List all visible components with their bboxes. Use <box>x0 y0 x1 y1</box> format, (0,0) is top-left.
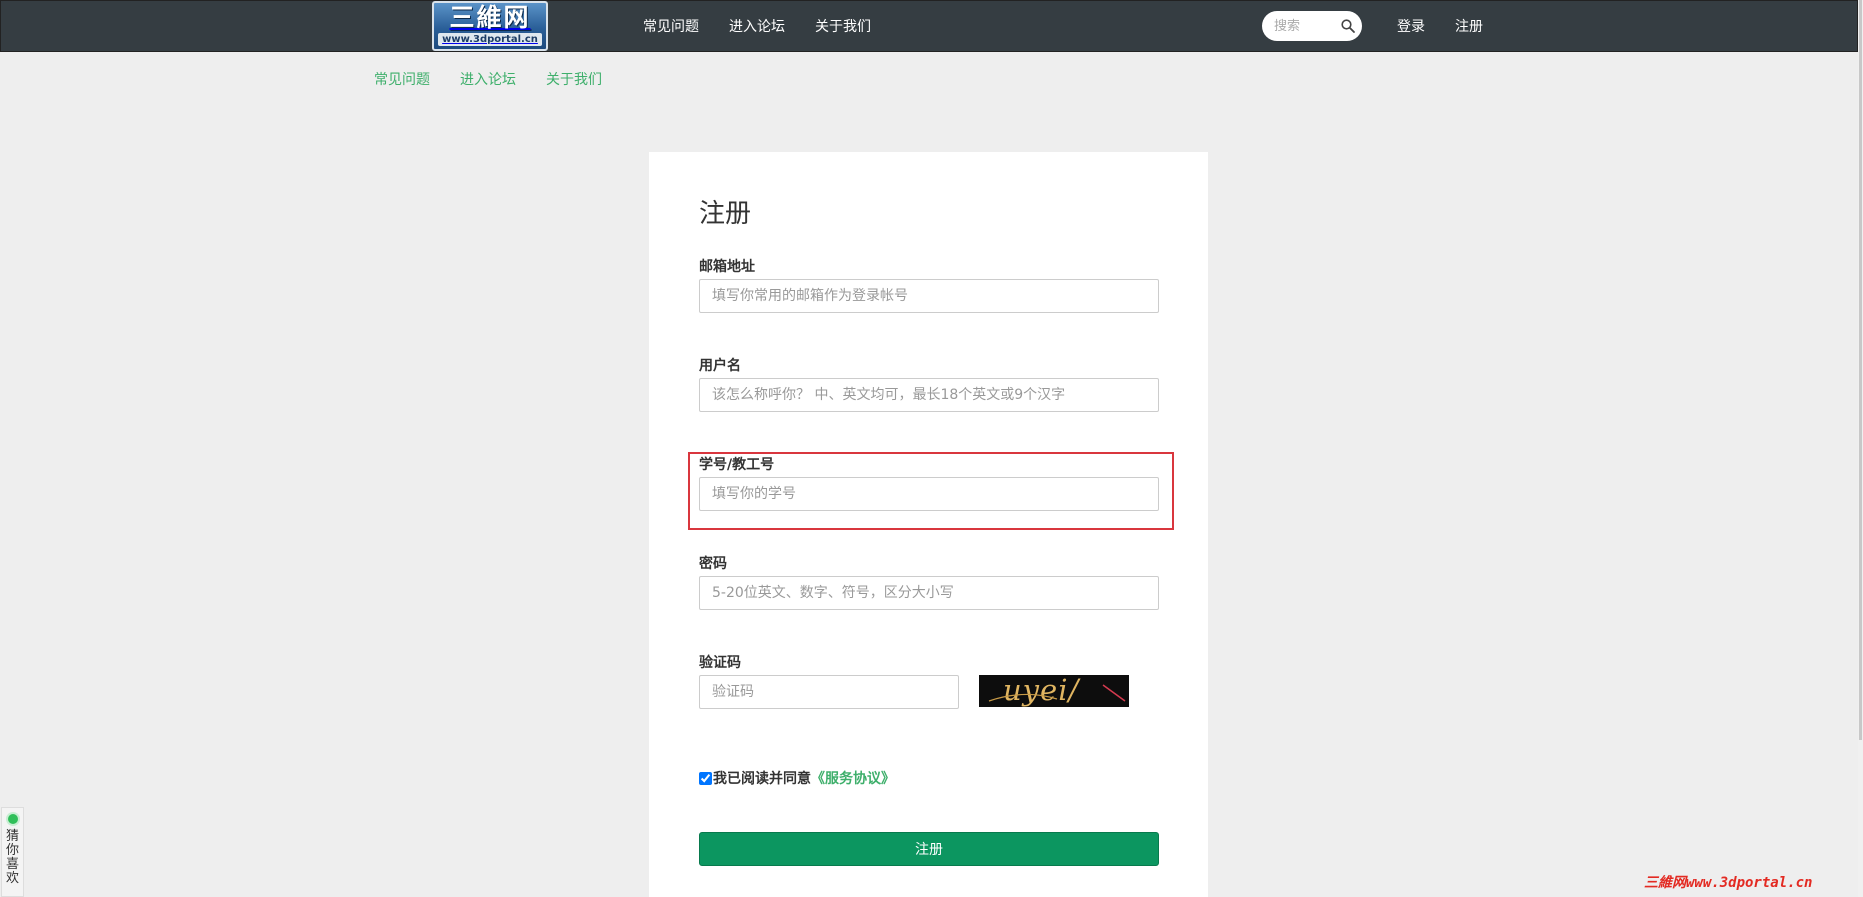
watermark: 三維网www.3dportal.cn <box>1644 875 1813 891</box>
student-id-field[interactable] <box>699 477 1159 511</box>
agree-checkbox[interactable] <box>699 771 712 785</box>
register-button[interactable]: 注册 <box>699 832 1159 866</box>
nav-forum[interactable]: 进入论坛 <box>729 16 785 36</box>
search-input[interactable] <box>1274 16 1336 36</box>
status-dot-icon <box>7 814 18 824</box>
subnav-about[interactable]: 关于我们 <box>546 69 602 89</box>
recommend-label: 猜你喜欢 <box>5 829 19 886</box>
recommend-widget[interactable]: 猜你喜欢 <box>1 807 24 897</box>
email-label: 邮箱地址 <box>699 259 755 275</box>
password-label: 密码 <box>699 556 727 572</box>
nav-about[interactable]: 关于我们 <box>815 16 871 36</box>
top-navbar <box>0 0 1858 52</box>
search-icon[interactable] <box>1340 18 1356 34</box>
student-id-label: 学号/教工号 <box>699 457 775 473</box>
captcha-field[interactable] <box>699 675 959 709</box>
scrollbar-thumb[interactable] <box>1859 0 1862 740</box>
password-field[interactable] <box>699 576 1159 610</box>
logo-url: www.3dportal.cn <box>438 33 542 46</box>
subnav-forum[interactable]: 进入论坛 <box>460 69 516 89</box>
register-link[interactable]: 注册 <box>1455 16 1483 36</box>
login-link[interactable]: 登录 <box>1397 16 1425 36</box>
search-box <box>1262 11 1362 41</box>
agree-text: 我已阅读并同意 <box>713 771 811 787</box>
agree-row: 我已阅读并同意 《服务协议》 <box>699 768 895 788</box>
captcha-label: 验证码 <box>699 655 741 671</box>
email-field[interactable] <box>699 279 1159 313</box>
username-field[interactable] <box>699 378 1159 412</box>
captcha-text: uyei/ <box>1003 675 1081 707</box>
site-logo[interactable]: 三維网 www.3dportal.cn <box>432 1 548 51</box>
subnav-faq[interactable]: 常见问题 <box>374 69 430 89</box>
nav-faq[interactable]: 常见问题 <box>643 16 699 36</box>
service-agreement-link[interactable]: 《服务协议》 <box>811 768 895 788</box>
page-title: 注册 <box>699 199 752 229</box>
captcha-image[interactable]: uyei/ <box>979 675 1129 707</box>
username-label: 用户名 <box>699 358 741 374</box>
logo-text: 三維网 <box>449 3 531 32</box>
